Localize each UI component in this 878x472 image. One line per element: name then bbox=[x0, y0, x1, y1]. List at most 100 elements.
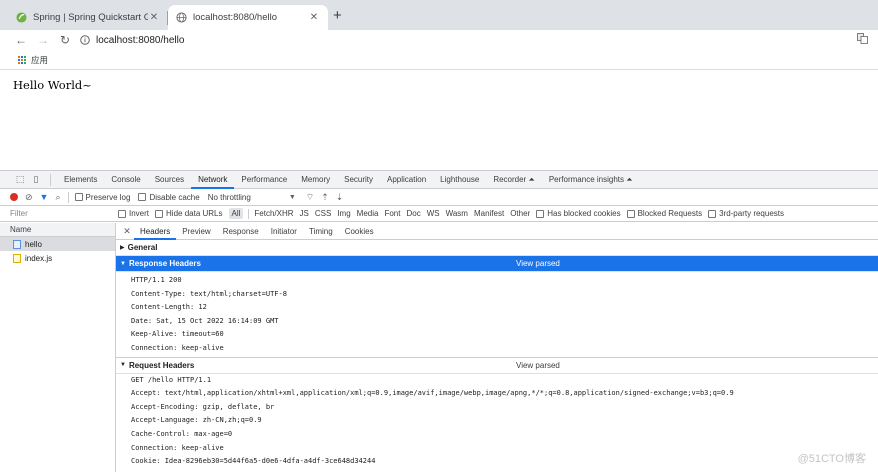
checkbox-box[interactable] bbox=[74, 193, 83, 201]
invert-label: Invert bbox=[129, 209, 150, 218]
checkbox-box[interactable] bbox=[708, 209, 717, 218]
tab-console[interactable]: Console bbox=[104, 171, 147, 189]
type-filter-js[interactable]: JS bbox=[300, 209, 309, 218]
header-line: GET /hello HTTP/1.1 bbox=[131, 375, 212, 384]
browser-tab-spring[interactable]: Spring | Spring Quickstart Gu ✕ bbox=[8, 5, 168, 30]
has-blocked-cookies-checkbox[interactable]: Has blocked cookies bbox=[536, 209, 621, 218]
header-line: Accept-Language: zh-CN,zh;q=0.9 bbox=[131, 416, 262, 425]
request-row-hello[interactable]: hello bbox=[0, 237, 115, 251]
header-line: Accept: text/html,application/xhtml+xml,… bbox=[131, 389, 734, 398]
tab-network[interactable]: Network bbox=[191, 171, 235, 189]
type-filter-media[interactable]: Media bbox=[357, 209, 379, 218]
type-filter-all[interactable]: All bbox=[228, 208, 244, 219]
request-headers-block: ▼ Request Headers View parsed GET /hello… bbox=[116, 356, 878, 469]
checkbox-box[interactable] bbox=[536, 209, 545, 218]
request-headers-toggle[interactable]: ▼ Request Headers View parsed bbox=[116, 358, 878, 374]
address-bar[interactable]: localhost:8080/hello bbox=[80, 32, 850, 48]
hide-data-urls-label: Hide data URLs bbox=[166, 209, 223, 218]
tab-headers[interactable]: Headers bbox=[134, 223, 177, 240]
checkbox-box[interactable] bbox=[138, 193, 147, 201]
record-icon[interactable] bbox=[10, 193, 18, 201]
translate-icon[interactable] bbox=[857, 33, 868, 44]
type-filter-img[interactable]: Img bbox=[337, 209, 350, 218]
tab-cookies[interactable]: Cookies bbox=[339, 223, 380, 240]
device-toolbar-icon[interactable]: ▯ bbox=[28, 174, 44, 185]
invert-checkbox[interactable]: Invert bbox=[118, 209, 149, 218]
filter-funnel-icon[interactable]: ▼ bbox=[40, 192, 49, 202]
response-headers-toggle[interactable]: ▼ Response Headers View parsed bbox=[116, 256, 878, 272]
tab-sources[interactable]: Sources bbox=[148, 171, 191, 189]
tab-performance-insights[interactable]: Performance insights ⏶ bbox=[542, 171, 640, 189]
reload-icon[interactable]: ↻ bbox=[54, 33, 76, 47]
apps-grid-icon[interactable] bbox=[18, 55, 26, 64]
blocked-requests-checkbox[interactable]: Blocked Requests bbox=[626, 209, 702, 218]
apps-bookmark[interactable]: 应用 bbox=[31, 54, 48, 66]
info-icon[interactable] bbox=[80, 35, 90, 45]
clear-icon[interactable]: ⊘ bbox=[25, 192, 33, 203]
header-line: Content-Length: 12 bbox=[131, 303, 207, 312]
export-har-icon[interactable]: ⇣ bbox=[336, 192, 344, 203]
tab-application[interactable]: Application bbox=[380, 171, 433, 189]
third-party-checkbox[interactable]: 3rd-party requests bbox=[708, 209, 784, 218]
detail-tabs: ✕ Headers Preview Response Initiator Tim… bbox=[116, 223, 878, 240]
document-file-icon bbox=[13, 239, 21, 249]
hide-data-urls-checkbox[interactable]: Hide data URLs bbox=[155, 209, 223, 218]
tab-recorder[interactable]: Recorder ⏶ bbox=[486, 171, 542, 189]
devtools-panel-tabs: ⬚ ▯ Elements Console Sources Network Per… bbox=[0, 171, 878, 189]
close-tab-icon[interactable]: ✕ bbox=[308, 12, 320, 23]
type-filter-doc[interactable]: Doc bbox=[406, 209, 420, 218]
back-arrow-icon[interactable]: ← bbox=[10, 33, 32, 47]
request-row-index-js[interactable]: index.js bbox=[0, 251, 115, 265]
tab-response[interactable]: Response bbox=[217, 223, 265, 240]
forward-arrow-icon[interactable]: → bbox=[32, 33, 54, 47]
throttling-value: No throttling bbox=[207, 192, 251, 202]
filter-input[interactable]: Filter bbox=[0, 209, 118, 218]
tab-lighthouse[interactable]: Lighthouse bbox=[433, 171, 486, 189]
close-tab-icon[interactable]: ✕ bbox=[148, 12, 160, 23]
close-details-icon[interactable]: ✕ bbox=[120, 226, 134, 237]
header-line: Keep-Alive: timeout=60 bbox=[131, 330, 224, 339]
type-filter-fetch-xhr[interactable]: Fetch/XHR bbox=[254, 209, 293, 218]
tab-memory[interactable]: Memory bbox=[294, 171, 337, 189]
tab-initiator[interactable]: Initiator bbox=[265, 223, 303, 240]
tab-performance[interactable]: Performance bbox=[234, 171, 294, 189]
type-filter-css[interactable]: CSS bbox=[315, 209, 331, 218]
tab-elements[interactable]: Elements bbox=[57, 171, 104, 189]
inspect-element-icon[interactable]: ⬚ bbox=[12, 174, 28, 185]
tab-preview[interactable]: Preview bbox=[176, 223, 216, 240]
globe-icon bbox=[176, 12, 187, 23]
preserve-log-checkbox[interactable]: Preserve log bbox=[74, 193, 130, 202]
type-filter-manifest[interactable]: Manifest bbox=[474, 209, 504, 218]
view-parsed-link[interactable]: View parsed bbox=[516, 361, 560, 370]
expand-triangle-icon: ▶ bbox=[120, 245, 125, 251]
header-line: Content-Type: text/html;charset=UTF-8 bbox=[131, 289, 287, 298]
checkbox-box[interactable] bbox=[626, 209, 635, 218]
import-har-icon[interactable]: ⇡ bbox=[321, 192, 329, 203]
name-column-header[interactable]: Name bbox=[0, 223, 115, 237]
disable-cache-checkbox[interactable]: Disable cache bbox=[138, 193, 200, 202]
search-icon[interactable]: ⌕ bbox=[55, 192, 60, 203]
browser-tab-localhost[interactable]: localhost:8080/hello ✕ bbox=[168, 5, 328, 30]
tab-title: localhost:8080/hello bbox=[193, 12, 277, 23]
type-filter-ws[interactable]: WS bbox=[427, 209, 440, 218]
url-text: localhost:8080/hello bbox=[96, 34, 185, 46]
checkbox-box[interactable] bbox=[155, 209, 164, 218]
checkbox-box[interactable] bbox=[118, 209, 126, 218]
collapse-triangle-icon: ▼ bbox=[120, 362, 126, 369]
throttling-select[interactable]: No throttling ▼ bbox=[208, 193, 296, 202]
general-section-toggle[interactable]: ▶ General bbox=[116, 240, 878, 256]
request-details: ✕ Headers Preview Response Initiator Tim… bbox=[116, 223, 878, 472]
network-conditions-icon[interactable]: ⌔ bbox=[306, 192, 314, 203]
view-parsed-link[interactable]: View parsed bbox=[516, 259, 560, 268]
tab-timing[interactable]: Timing bbox=[303, 223, 339, 240]
header-line: Connection: keep-alive bbox=[131, 443, 224, 452]
type-filter-other[interactable]: Other bbox=[510, 209, 530, 218]
page-body-text: Hello World~ bbox=[13, 78, 92, 92]
header-line: HTTP/1.1 200 bbox=[131, 276, 182, 284]
tab-security[interactable]: Security bbox=[337, 171, 380, 189]
request-name: hello bbox=[25, 239, 42, 249]
new-tab-button[interactable]: + bbox=[333, 7, 342, 24]
type-filter-font[interactable]: Font bbox=[384, 209, 400, 218]
type-filter-wasm[interactable]: Wasm bbox=[446, 209, 468, 218]
resource-type-filters: All Fetch/XHR JS CSS Img Media Font Doc … bbox=[228, 208, 537, 219]
